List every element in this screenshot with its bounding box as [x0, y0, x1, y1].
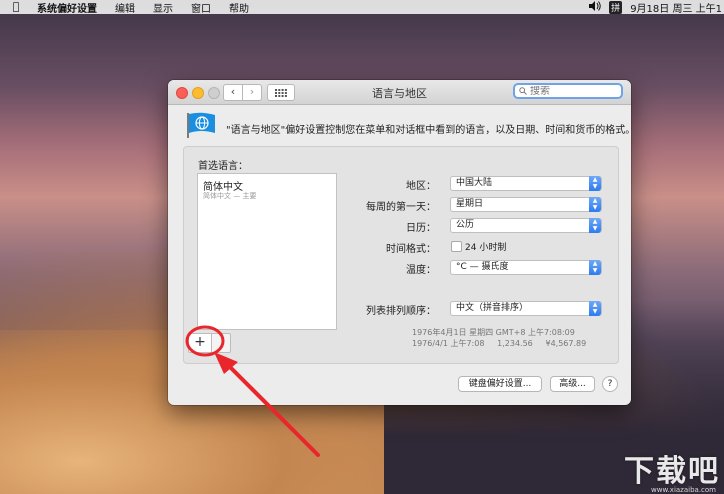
- annotation-overlay: [185, 325, 320, 457]
- watermark-url: www.xiazaiba.com: [651, 486, 716, 494]
- watermark-logo: 下载吧: [624, 454, 720, 489]
- annotation-arrow-line: [225, 362, 320, 457]
- highlight-circle: [185, 325, 225, 357]
